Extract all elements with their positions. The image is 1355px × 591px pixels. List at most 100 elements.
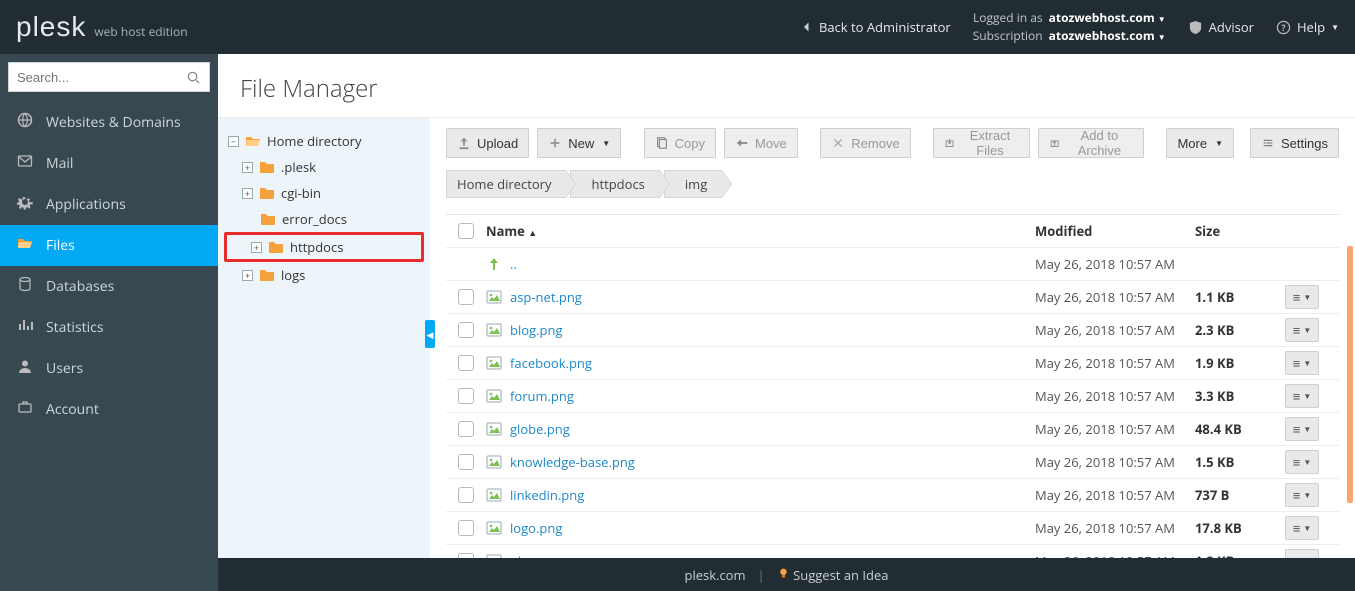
breadcrumb-item[interactable]: httpdocs — [570, 170, 659, 198]
file-link[interactable]: blog.png — [510, 321, 563, 339]
extract-button[interactable]: Extract Files — [933, 128, 1029, 158]
nav-statistics[interactable]: Statistics — [0, 307, 218, 348]
new-button[interactable]: New▼ — [537, 128, 621, 158]
help-link[interactable]: Help ▼ — [1276, 18, 1339, 36]
row-checkbox[interactable] — [458, 355, 474, 371]
logged-in-user-link[interactable]: atozwebhost.com ▼ — [1049, 9, 1166, 27]
tree-item-cgi-bin[interactable]: + cgi-bin — [224, 180, 424, 206]
settings-button[interactable]: Settings — [1250, 128, 1339, 158]
row-menu-button[interactable]: ≡ ▼ — [1285, 384, 1319, 408]
upload-icon — [457, 136, 471, 150]
row-menu-button[interactable]: ≡ ▼ — [1285, 483, 1319, 507]
expand-icon[interactable]: + — [242, 162, 253, 173]
copy-button[interactable]: Copy — [644, 128, 716, 158]
row-checkbox[interactable] — [458, 289, 474, 305]
nav-databases[interactable]: Databases — [0, 266, 218, 307]
nav-account[interactable]: Account — [0, 389, 218, 430]
file-link[interactable]: linkedin.png — [510, 486, 584, 504]
row-checkbox[interactable] — [458, 322, 474, 338]
sort-asc-icon: ▲ — [528, 226, 537, 239]
file-link[interactable]: forum.png — [510, 387, 574, 405]
footer-suggest-link[interactable]: Suggest an Idea — [777, 566, 889, 584]
nav-websites-domains[interactable]: Websites & Domains — [0, 102, 218, 143]
upload-button[interactable]: Upload — [446, 128, 529, 158]
col-size[interactable]: Size — [1195, 222, 1285, 240]
modified-cell: May 26, 2018 10:57 AM — [1035, 255, 1195, 273]
row-checkbox[interactable] — [458, 520, 474, 536]
size-cell: 737 B — [1195, 486, 1285, 504]
image-file-icon — [486, 322, 502, 338]
col-modified[interactable]: Modified — [1035, 222, 1195, 240]
row-checkbox[interactable] — [458, 454, 474, 470]
up-directory-row[interactable]: .. May 26, 2018 10:57 AM — [446, 248, 1339, 281]
row-checkbox[interactable] — [458, 421, 474, 437]
nav-users[interactable]: Users — [0, 348, 218, 389]
search-input[interactable] — [9, 70, 209, 85]
tree-item-label: httpdocs — [290, 238, 343, 256]
extract-icon — [944, 136, 955, 150]
mail-icon — [17, 153, 33, 169]
nav-mail[interactable]: Mail — [0, 143, 218, 184]
subscription-value: atozwebhost.com — [1049, 27, 1155, 44]
brand-logo: plesk — [16, 11, 86, 43]
directory-tree: − Home directory + .plesk + cgi-bin erro… — [218, 118, 430, 591]
tree-resize-handle[interactable]: ◀ — [425, 320, 435, 348]
scrollbar[interactable] — [1347, 166, 1353, 506]
row-menu-button[interactable]: ≡ ▼ — [1285, 516, 1319, 540]
select-all-checkbox[interactable] — [458, 223, 474, 239]
tree-item-plesk[interactable]: + .plesk — [224, 154, 424, 180]
btn-label: Settings — [1281, 136, 1328, 151]
row-checkbox[interactable] — [458, 487, 474, 503]
tree-root-label: Home directory — [267, 132, 361, 150]
tree-item-error-docs[interactable]: error_docs — [224, 206, 424, 232]
image-file-icon — [486, 388, 502, 404]
search-button[interactable] — [181, 63, 205, 91]
tree-item-httpdocs[interactable]: + httpdocs — [224, 232, 424, 262]
row-checkbox[interactable] — [458, 388, 474, 404]
col-name[interactable]: Name ▲ — [486, 222, 1035, 240]
tree-root[interactable]: − Home directory — [224, 128, 424, 154]
image-file-icon — [486, 421, 502, 437]
file-link[interactable]: facebook.png — [510, 354, 592, 372]
expand-icon[interactable]: + — [242, 270, 253, 281]
collapse-icon[interactable]: − — [228, 136, 239, 147]
modified-cell: May 26, 2018 10:57 AM — [1035, 420, 1195, 438]
expand-icon[interactable]: + — [251, 242, 262, 253]
modified-cell: May 26, 2018 10:57 AM — [1035, 321, 1195, 339]
nav-files[interactable]: Files — [0, 225, 218, 266]
row-menu-button[interactable]: ≡ ▼ — [1285, 318, 1319, 342]
footer-site-link[interactable]: plesk.com — [684, 566, 745, 584]
chevron-down-icon: ▼ — [1158, 32, 1166, 43]
tree-item-label: error_docs — [282, 210, 347, 228]
logged-in-label: Logged in as — [973, 9, 1043, 27]
move-button[interactable]: Move — [724, 128, 798, 158]
nav-label: Users — [46, 359, 83, 378]
btn-label: More — [1177, 136, 1207, 151]
remove-button[interactable]: Remove — [820, 128, 910, 158]
archive-button[interactable]: Add to Archive — [1038, 128, 1144, 158]
breadcrumb-item[interactable]: img — [664, 170, 722, 198]
row-menu-button[interactable]: ≡ ▼ — [1285, 285, 1319, 309]
more-button[interactable]: More▼ — [1166, 128, 1234, 158]
row-menu-button[interactable]: ≡ ▼ — [1285, 450, 1319, 474]
file-link[interactable]: asp-net.png — [510, 288, 582, 306]
breadcrumb-item[interactable]: Home directory — [446, 170, 566, 198]
file-row: globe.pngMay 26, 2018 10:57 AM48.4 KB≡ ▼ — [446, 413, 1339, 446]
file-link[interactable]: logo.png — [510, 519, 562, 537]
expand-icon[interactable]: + — [242, 188, 253, 199]
back-to-admin-link[interactable]: Back to Administrator — [801, 18, 951, 36]
up-label[interactable]: .. — [510, 255, 517, 273]
row-menu-button[interactable]: ≡ ▼ — [1285, 351, 1319, 375]
advisor-link[interactable]: Advisor — [1188, 18, 1254, 36]
nav-applications[interactable]: Applications — [0, 184, 218, 225]
help-icon — [1276, 20, 1291, 35]
file-link[interactable]: globe.png — [510, 420, 570, 438]
row-menu-button[interactable]: ≡ ▼ — [1285, 417, 1319, 441]
nav-label: Databases — [46, 277, 114, 296]
file-row: blog.pngMay 26, 2018 10:57 AM2.3 KB≡ ▼ — [446, 314, 1339, 347]
tree-item-logs[interactable]: + logs — [224, 262, 424, 288]
subscription-link[interactable]: atozwebhost.com ▼ — [1049, 27, 1166, 45]
image-file-icon — [486, 355, 502, 371]
file-link[interactable]: knowledge-base.png — [510, 453, 635, 471]
breadcrumb: Home directory httpdocs img — [446, 170, 1339, 198]
